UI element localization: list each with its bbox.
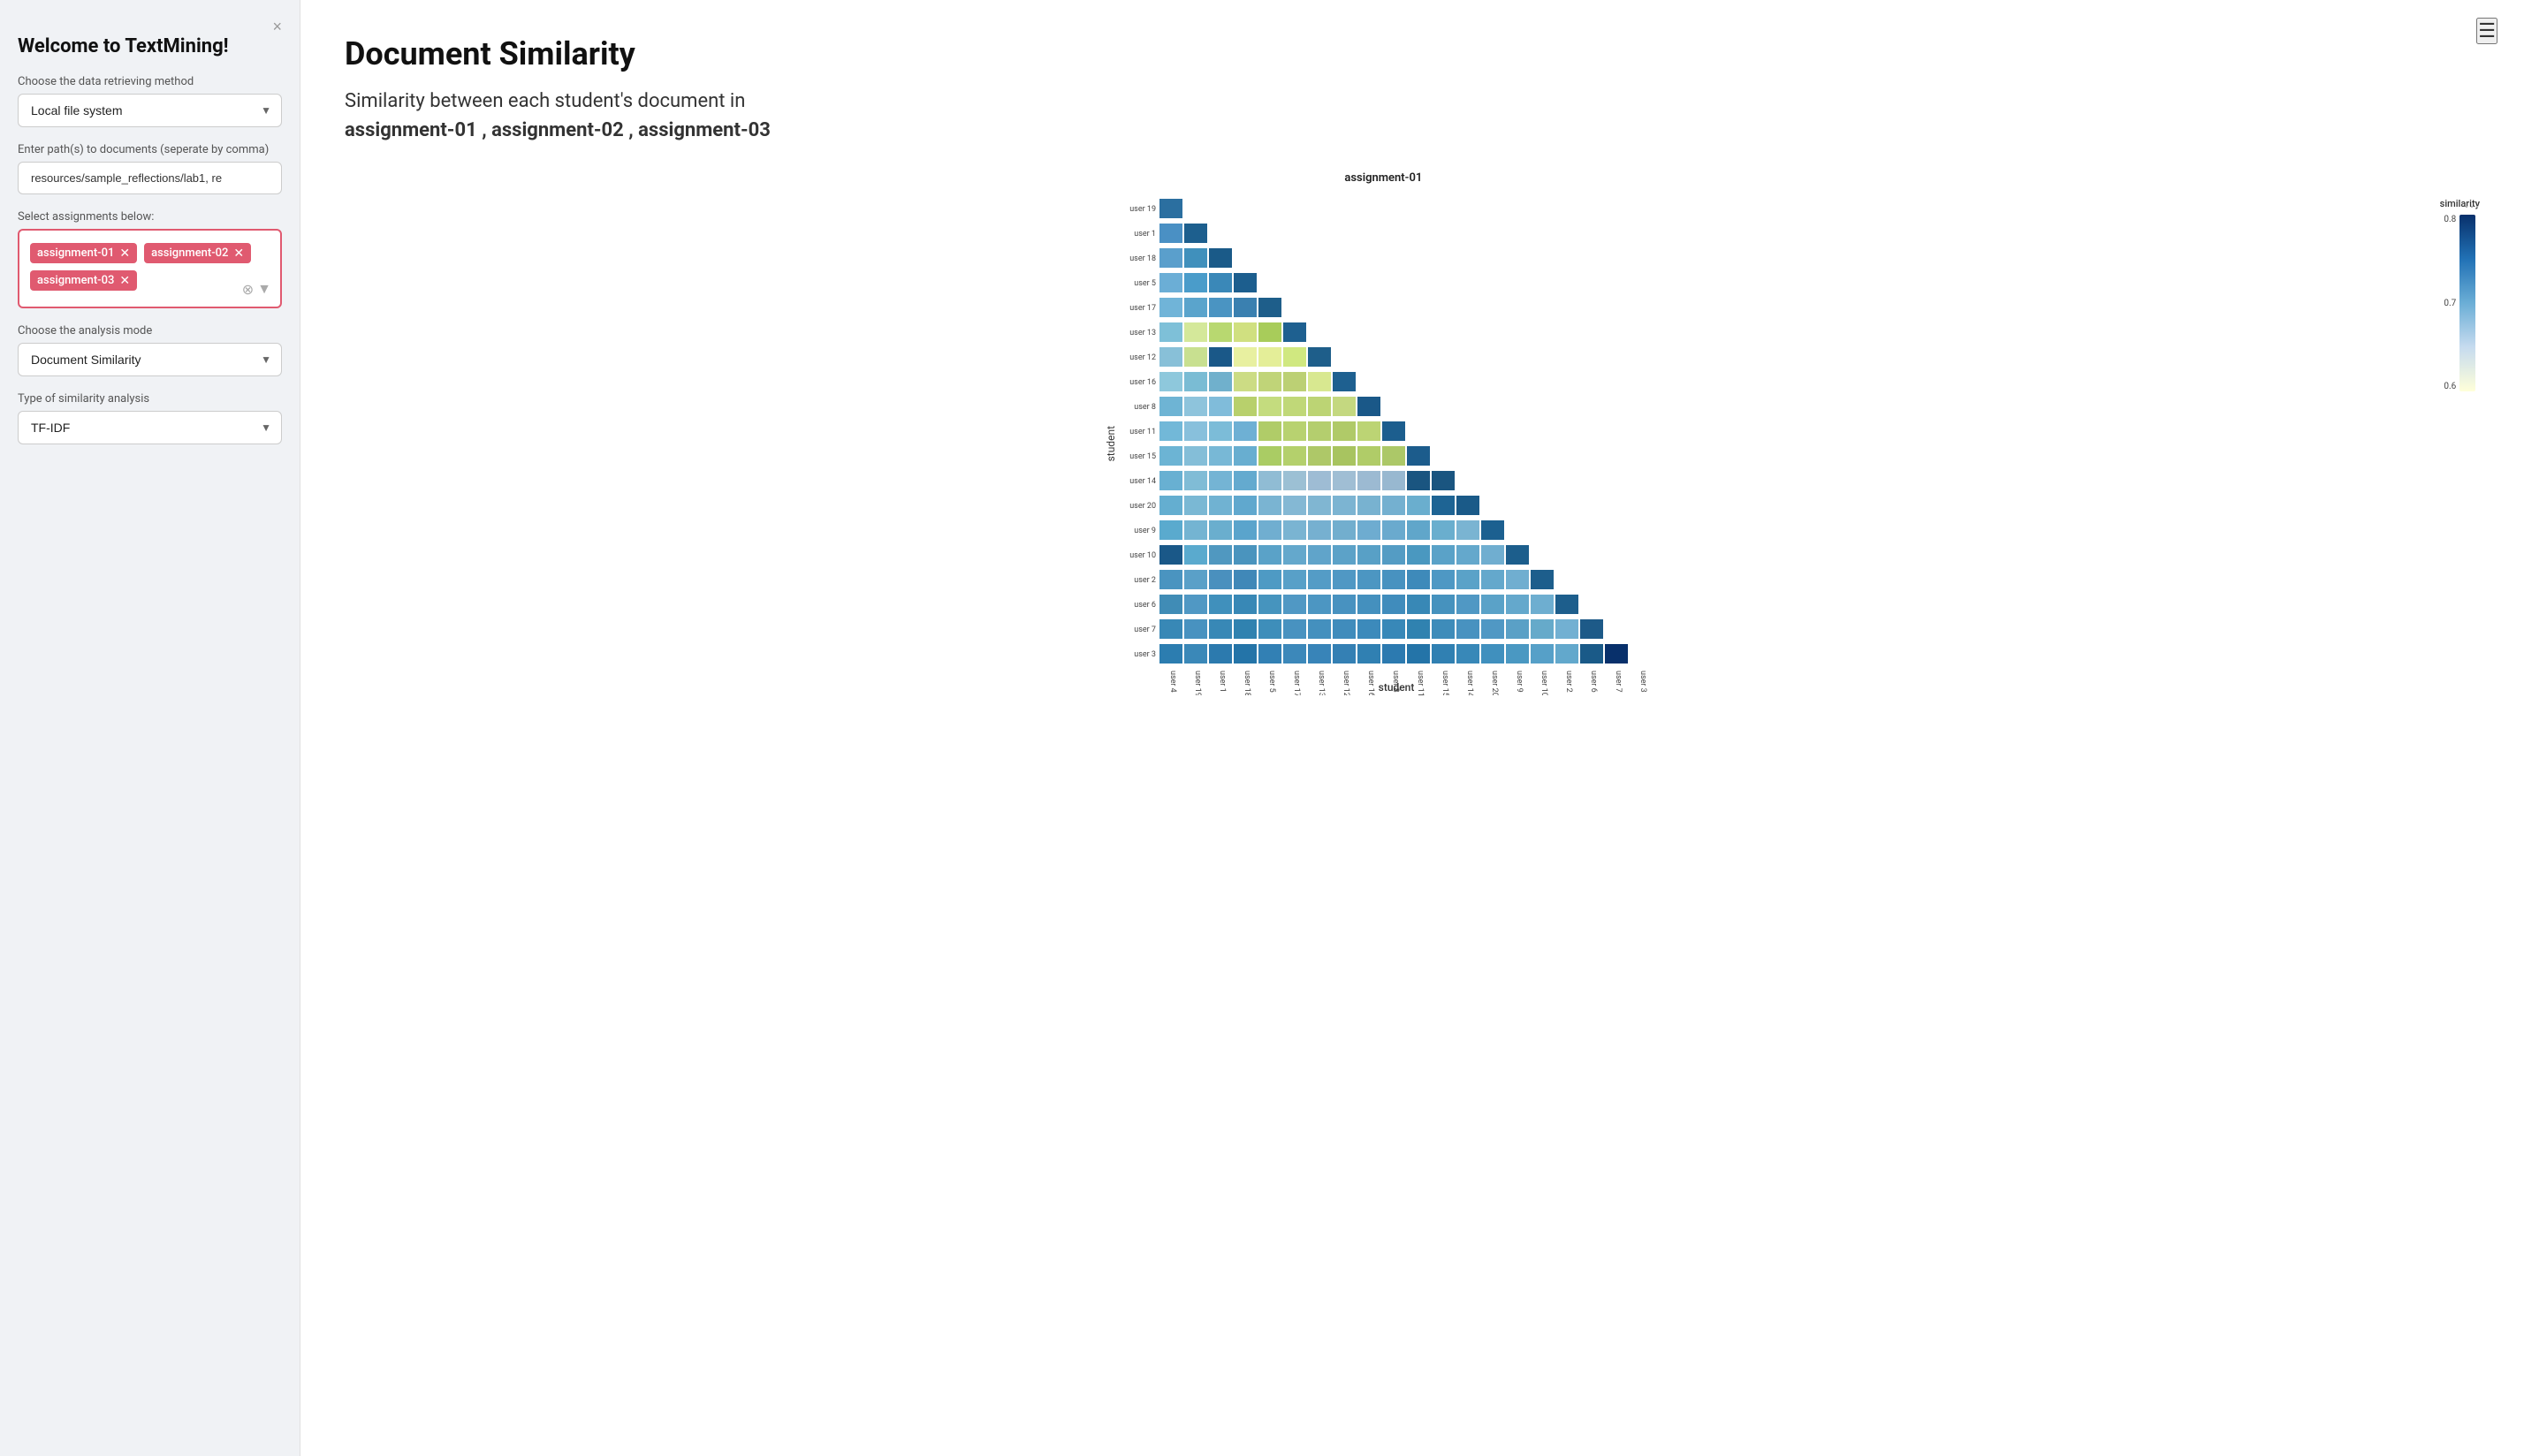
- path-label: Enter path(s) to documents (seperate by …: [18, 143, 282, 156]
- close-button[interactable]: ×: [272, 18, 282, 36]
- svg-text:user 7: user 7: [1135, 626, 1157, 634]
- svg-text:user 5: user 5: [1135, 279, 1157, 288]
- hamburger-button[interactable]: ☰: [2476, 18, 2497, 44]
- analysis-select-wrapper: Document Similarity Topic Modeling Keywo…: [18, 343, 282, 376]
- assignments-dropdown-arrow[interactable]: ▼: [257, 280, 271, 298]
- svg-text:user 3: user 3: [1638, 671, 1647, 693]
- svg-text:user 20: user 20: [1130, 502, 1157, 511]
- svg-text:user 10: user 10: [1539, 671, 1548, 695]
- more-options-button[interactable]: ⋯: [2464, 198, 2480, 216]
- svg-text:user 9: user 9: [1515, 671, 1524, 693]
- svg-text:user 16: user 16: [1366, 671, 1375, 695]
- svg-text:user 13: user 13: [1130, 329, 1157, 337]
- y-axis-label: student: [1105, 426, 1117, 461]
- svg-text:user 3: user 3: [1135, 650, 1157, 659]
- svg-text:user 2: user 2: [1135, 576, 1157, 585]
- svg-text:user 7: user 7: [1614, 671, 1623, 693]
- svg-text:user 14: user 14: [1465, 671, 1474, 695]
- legend-bar: [2459, 215, 2475, 391]
- svg-text:user 12: user 12: [1130, 353, 1157, 362]
- svg-text:user 11: user 11: [1130, 428, 1157, 436]
- chart-wrapper: assignment-01 student user 19 user 1 use…: [345, 171, 2422, 695]
- svg-text:user 2: user 2: [1564, 671, 1573, 693]
- svg-text:user 4: user 4: [1168, 671, 1177, 693]
- svg-text:user 11: user 11: [1416, 671, 1425, 695]
- chart-legend: ⋯ similarity 0.8 0.7 0.6: [2440, 198, 2480, 391]
- clear-assignments-button[interactable]: ⊗: [242, 281, 254, 298]
- heatmap-svg: user 19 user 1 user 18 user 5 user 17 us…: [1122, 192, 1661, 695]
- svg-text:user 13: user 13: [1317, 671, 1326, 695]
- svg-text:user 1: user 1: [1218, 671, 1227, 693]
- main-content: ☰ Document Similarity Similarity between…: [300, 0, 2524, 1456]
- svg-text:user 18: user 18: [1130, 254, 1157, 263]
- legend-value-07: 0.7: [2444, 299, 2456, 308]
- sidebar-title: Welcome to TextMining!: [18, 35, 282, 57]
- data-method-select[interactable]: Local file system Remote URL Database: [18, 94, 282, 127]
- svg-text:user 16: user 16: [1130, 378, 1157, 387]
- svg-text:user 17: user 17: [1292, 671, 1301, 695]
- data-method-select-wrapper: Local file system Remote URL Database ▼: [18, 94, 282, 127]
- svg-text:user 12: user 12: [1342, 671, 1350, 695]
- svg-text:user 17: user 17: [1130, 304, 1157, 313]
- svg-text:user 6: user 6: [1589, 671, 1598, 693]
- remove-assignment-01[interactable]: ✕: [119, 247, 130, 260]
- assignment-tag-03: assignment-03 ✕: [30, 270, 137, 291]
- similarity-select-wrapper: TF-IDF Cosine Jaccard ▼: [18, 411, 282, 444]
- assignments-box: assignment-01 ✕ assignment-02 ✕ assignme…: [18, 229, 282, 308]
- chart-container: assignment-01 student user 19 user 1 use…: [345, 171, 2480, 695]
- svg-text:user 8: user 8: [1135, 403, 1157, 412]
- svg-text:user 5: user 5: [1267, 671, 1276, 693]
- svg-text:user 20: user 20: [1490, 671, 1499, 695]
- svg-text:student: student: [1379, 681, 1415, 694]
- similarity-select[interactable]: TF-IDF Cosine Jaccard: [18, 411, 282, 444]
- assignment-controls: ⊗ ▼: [242, 280, 271, 298]
- svg-text:user 18: user 18: [1243, 671, 1251, 695]
- legend-value-06: 0.6: [2444, 382, 2456, 391]
- data-method-label: Choose the data retrieving method: [18, 75, 282, 88]
- svg-text:user 14: user 14: [1130, 477, 1157, 486]
- chart-title: assignment-01: [1344, 171, 1422, 185]
- svg-text:user 19: user 19: [1193, 671, 1202, 695]
- analysis-label: Choose the analysis mode: [18, 324, 282, 337]
- sidebar: × Welcome to TextMining! Choose the data…: [0, 0, 300, 1456]
- assignment-tag-01: assignment-01 ✕: [30, 243, 137, 263]
- svg-text:user 6: user 6: [1135, 601, 1157, 610]
- legend-value-08: 0.8: [2444, 215, 2456, 224]
- path-input[interactable]: [18, 162, 282, 194]
- svg-text:user 15: user 15: [1130, 452, 1157, 461]
- analysis-select[interactable]: Document Similarity Topic Modeling Keywo…: [18, 343, 282, 376]
- assignments-label: Select assignments below:: [18, 210, 282, 224]
- similarity-label: Type of similarity analysis: [18, 392, 282, 406]
- svg-text:user 9: user 9: [1135, 527, 1157, 535]
- svg-text:user 10: user 10: [1130, 551, 1157, 560]
- page-title: Document Similarity: [345, 35, 2480, 72]
- chart-subtitle: Similarity between each student's docume…: [345, 87, 2480, 145]
- assignment-tag-02: assignment-02 ✕: [144, 243, 251, 263]
- legend-row: 0.8 0.7 0.6: [2444, 215, 2475, 391]
- svg-text:user 1: user 1: [1135, 230, 1157, 239]
- svg-text:user 19: user 19: [1130, 205, 1157, 214]
- svg-text:user 15: user 15: [1441, 671, 1449, 695]
- remove-assignment-02[interactable]: ✕: [233, 247, 244, 260]
- heatmap-area: student user 19 user 1 user 18 user 5 us…: [1105, 192, 1661, 695]
- remove-assignment-03[interactable]: ✕: [119, 275, 130, 287]
